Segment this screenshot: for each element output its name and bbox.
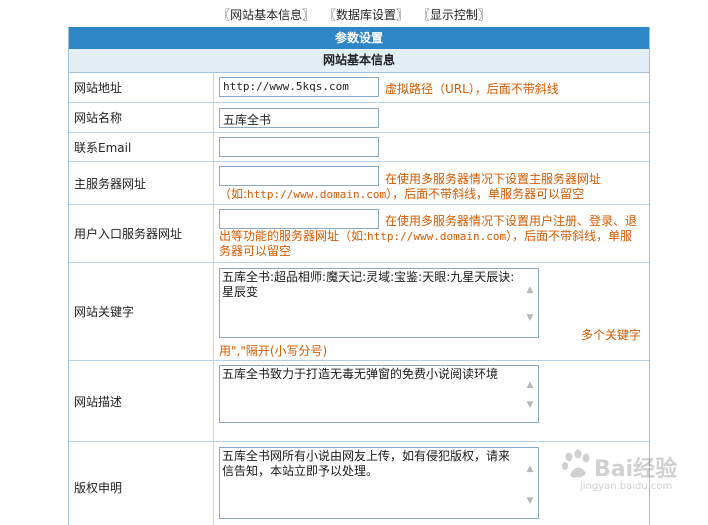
site-name-input[interactable]: 五库全书 — [219, 108, 379, 128]
email-label: 联系Email — [69, 133, 214, 161]
keywords-hint-a: 多个关键字 — [581, 328, 642, 342]
description-value: 五库全书致力于打造无毒无弹窗的免费小说阅读环境 — [222, 367, 499, 381]
row-site-name: 网站名称 五库全书 — [69, 103, 649, 133]
top-nav: 〖网站基本信息〗 〖数据库设置〗 〖显示控制〗 — [0, 6, 708, 23]
nav-database-settings[interactable]: 〖数据库设置〗 — [324, 8, 408, 22]
keywords-hint-b: 用","隔开(小写分号) — [219, 344, 328, 358]
keywords-label: 网站关键字 — [69, 263, 214, 360]
site-name-label: 网站名称 — [69, 103, 214, 132]
main-server-hint: 在使用多服务器情况下设置主服务器网址（如:http://www.domain.c… — [219, 172, 644, 202]
scroll-up-icon[interactable]: ▲ — [525, 380, 535, 390]
copyright-scrollbar[interactable]: ▲ ▼ — [522, 448, 538, 518]
watermark-brand: Bai经验 — [594, 457, 678, 482]
main-server-hint-post: ），后面不带斜线，单服务器可以留空 — [386, 187, 585, 201]
scroll-down-icon[interactable]: ▼ — [525, 313, 535, 323]
section-title: 网站基本信息 — [69, 49, 649, 73]
copyright-textarea[interactable]: 五库全书网所有小说由网友上传，如有侵犯版权，请来信告知，本站立即予以处理。 ▲ … — [219, 447, 539, 519]
row-keywords: 网站关键字 五库全书:超品相师:魔天记:灵域:宝鉴:天眼:九星天辰诀:星辰变 ▲… — [69, 263, 649, 361]
description-label: 网站描述 — [69, 361, 214, 441]
copyright-label: 版权申明 — [69, 442, 214, 525]
row-site-url: 网站地址 http://www.5kqs.com 虚拟路径（URL），后面不带斜… — [69, 73, 649, 103]
row-main-server: 主服务器网址 在使用多服务器情况下设置主服务器网址（如:http://www.d… — [69, 162, 649, 205]
watermark: Bai经验 jingyan.baidu.com — [560, 447, 700, 495]
nav-basic-info[interactable]: 〖网站基本信息〗 — [218, 8, 314, 22]
scroll-down-icon[interactable]: ▼ — [525, 496, 535, 506]
main-server-hint-url: http://www.domain.com — [247, 188, 387, 201]
email-field[interactable] — [219, 137, 379, 157]
keywords-scrollbar[interactable]: ▲ ▼ — [522, 269, 538, 337]
user-server-label: 用户入口服务器网址 — [69, 205, 214, 262]
panel-title: 参数设置 — [69, 27, 649, 49]
user-server-hint-url: http://www.domain.com — [367, 230, 507, 243]
site-url-label: 网站地址 — [69, 73, 214, 102]
user-server-hint: 在使用多服务器情况下设置用户注册、登录、退出等功能的服务器网址（如:http:/… — [219, 214, 644, 259]
site-url-hint: 虚拟路径（URL），后面不带斜线 — [385, 82, 559, 96]
main-server-label: 主服务器网址 — [69, 162, 214, 204]
keywords-value: 五库全书:超品相师:魔天记:灵域:宝鉴:天眼:九星天辰诀:星辰变 — [222, 270, 515, 299]
scroll-down-icon[interactable]: ▼ — [525, 400, 535, 410]
row-user-server: 用户入口服务器网址 在使用多服务器情况下设置用户注册、登录、退出等功能的服务器网… — [69, 205, 649, 263]
description-textarea[interactable]: 五库全书致力于打造无毒无弹窗的免费小说阅读环境 ▲ ▼ — [219, 365, 539, 423]
watermark-url: jingyan.baidu.com — [580, 481, 673, 492]
scroll-up-icon[interactable]: ▲ — [525, 464, 535, 474]
copyright-value: 五库全书网所有小说由网友上传，如有侵犯版权，请来信告知，本站立即予以处理。 — [222, 449, 511, 478]
row-email: 联系Email — [69, 133, 649, 162]
scroll-up-icon[interactable]: ▲ — [525, 285, 535, 295]
site-url-input[interactable]: http://www.5kqs.com — [219, 77, 379, 97]
keywords-textarea[interactable]: 五库全书:超品相师:魔天记:灵域:宝鉴:天眼:九星天辰诀:星辰变 ▲ ▼ — [219, 268, 539, 338]
description-scrollbar[interactable]: ▲ ▼ — [522, 366, 538, 422]
nav-display-control[interactable]: 〖显示控制〗 — [418, 8, 490, 22]
row-description: 网站描述 五库全书致力于打造无毒无弹窗的免费小说阅读环境 ▲ ▼ — [69, 361, 649, 442]
baidu-paw-icon — [562, 449, 590, 478]
